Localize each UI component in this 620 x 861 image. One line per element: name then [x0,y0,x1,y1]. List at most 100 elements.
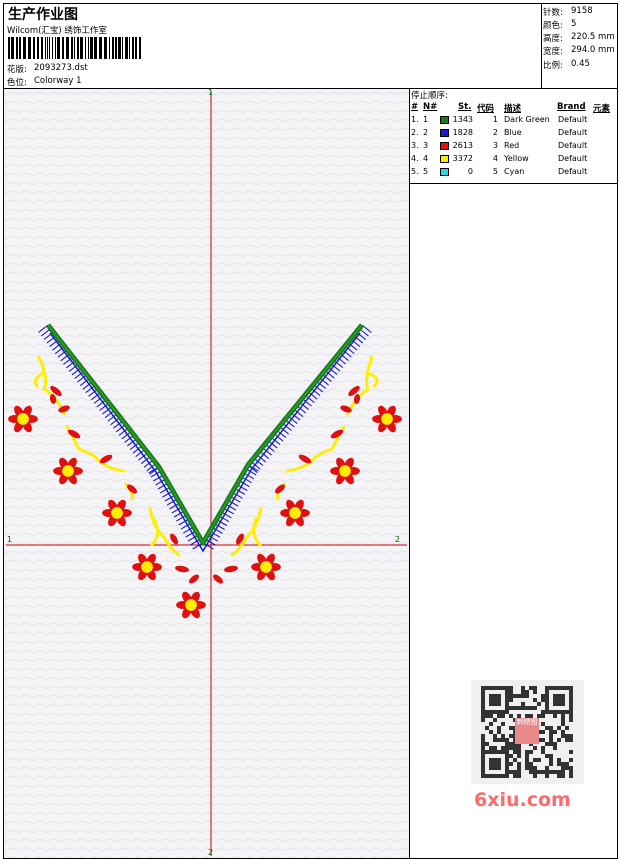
scale-value: 0.45 [571,59,590,69]
qr-module [525,750,529,754]
barcode [8,37,143,59]
qr-module [541,710,545,714]
watermark-text: 6xiu.com [474,789,571,811]
color-swatch [440,155,449,163]
barcode-bar [88,37,89,59]
flower-center [289,507,301,519]
col-hash: # [411,102,419,112]
color-swatch [440,168,449,176]
qr-module [561,718,565,722]
barcode-bar [94,37,97,59]
flower-center [260,561,272,573]
qr-module [549,762,553,766]
qr-module [513,746,517,750]
qr-module [553,770,557,774]
qr-module [489,746,493,750]
axis-right-label: 2 [395,535,401,544]
barcode-bar [139,37,141,59]
qr-module [509,690,513,694]
flower-center [62,465,74,477]
qr-module [557,726,561,730]
qr-module [513,770,517,774]
qr-module [485,714,489,718]
qr-module [481,734,485,738]
qr-module [569,734,573,738]
qr-finder [489,694,501,706]
qr-module [541,738,545,742]
row-index: 5. [411,167,419,176]
stitches-label: 针数: [543,8,563,18]
barcode-bar [122,37,123,59]
qr-module [481,742,485,746]
row-index: 4. [411,154,419,163]
qr-module [561,714,565,718]
qr-module [513,758,517,762]
barcode-bar [125,37,128,59]
row-index: 3. [411,141,419,150]
barcode-bar [99,37,102,59]
qr-module [565,738,569,742]
qr-module [481,714,485,718]
qr-module [509,746,513,750]
row-stitches: 0 [467,167,473,176]
qr-module [553,746,557,750]
row-brand: Default [558,115,588,124]
qr-module [545,754,549,758]
qr-module [513,750,517,754]
qr-module [561,774,565,778]
qr-module [541,694,545,698]
qr-module [529,750,533,754]
col-n: N# [423,102,438,112]
barcode-bar [109,37,110,59]
qr-code: 刺绣图 [471,680,584,784]
qr-module [497,726,501,730]
qr-module [493,734,497,738]
row-description: Cyan [504,167,525,176]
qr-module [529,686,533,690]
col-code: 代码 [477,104,495,114]
qr-module [509,694,513,698]
qr-module [521,686,525,690]
qr-module [525,762,529,766]
qr-module [549,726,553,730]
qr-module [561,734,565,738]
qr-module [569,766,573,770]
qr-module [481,738,485,742]
qr-module [505,742,509,746]
qr-module [569,714,573,718]
stitches-value: 9158 [571,6,593,16]
qr-module [525,766,529,770]
qr-module [485,726,489,730]
qr-module [533,770,537,774]
qr-finder [553,694,565,706]
qr-module [533,758,537,762]
barcode-bar [41,37,43,59]
qr-module [557,738,561,742]
row-description: Yellow [504,154,529,163]
qr-module [545,742,549,746]
qr-module [509,706,513,710]
qr-module [553,714,557,718]
axis-left-label: 1 [7,535,13,544]
color-swatch [440,129,449,137]
qr-module [549,770,553,774]
color-swatch [440,142,449,150]
qr-module [553,730,557,734]
row-description: Dark Green [504,115,550,124]
row-description: Blue [504,128,522,137]
qr-module [561,770,565,774]
qr-module [517,706,521,710]
qr-module [561,722,565,726]
red-seal: 刺绣图 [515,718,539,744]
row-n: 2 [423,128,429,137]
qr-module [533,686,537,690]
qr-module [505,738,509,742]
qr-module [569,738,573,742]
qr-module [549,742,553,746]
qr-module [541,714,545,718]
colors-label: 颜色: [543,21,563,31]
qr-module [521,702,525,706]
qr-module [537,702,541,706]
row-brand: Default [558,154,588,163]
barcode-bar [23,37,26,59]
